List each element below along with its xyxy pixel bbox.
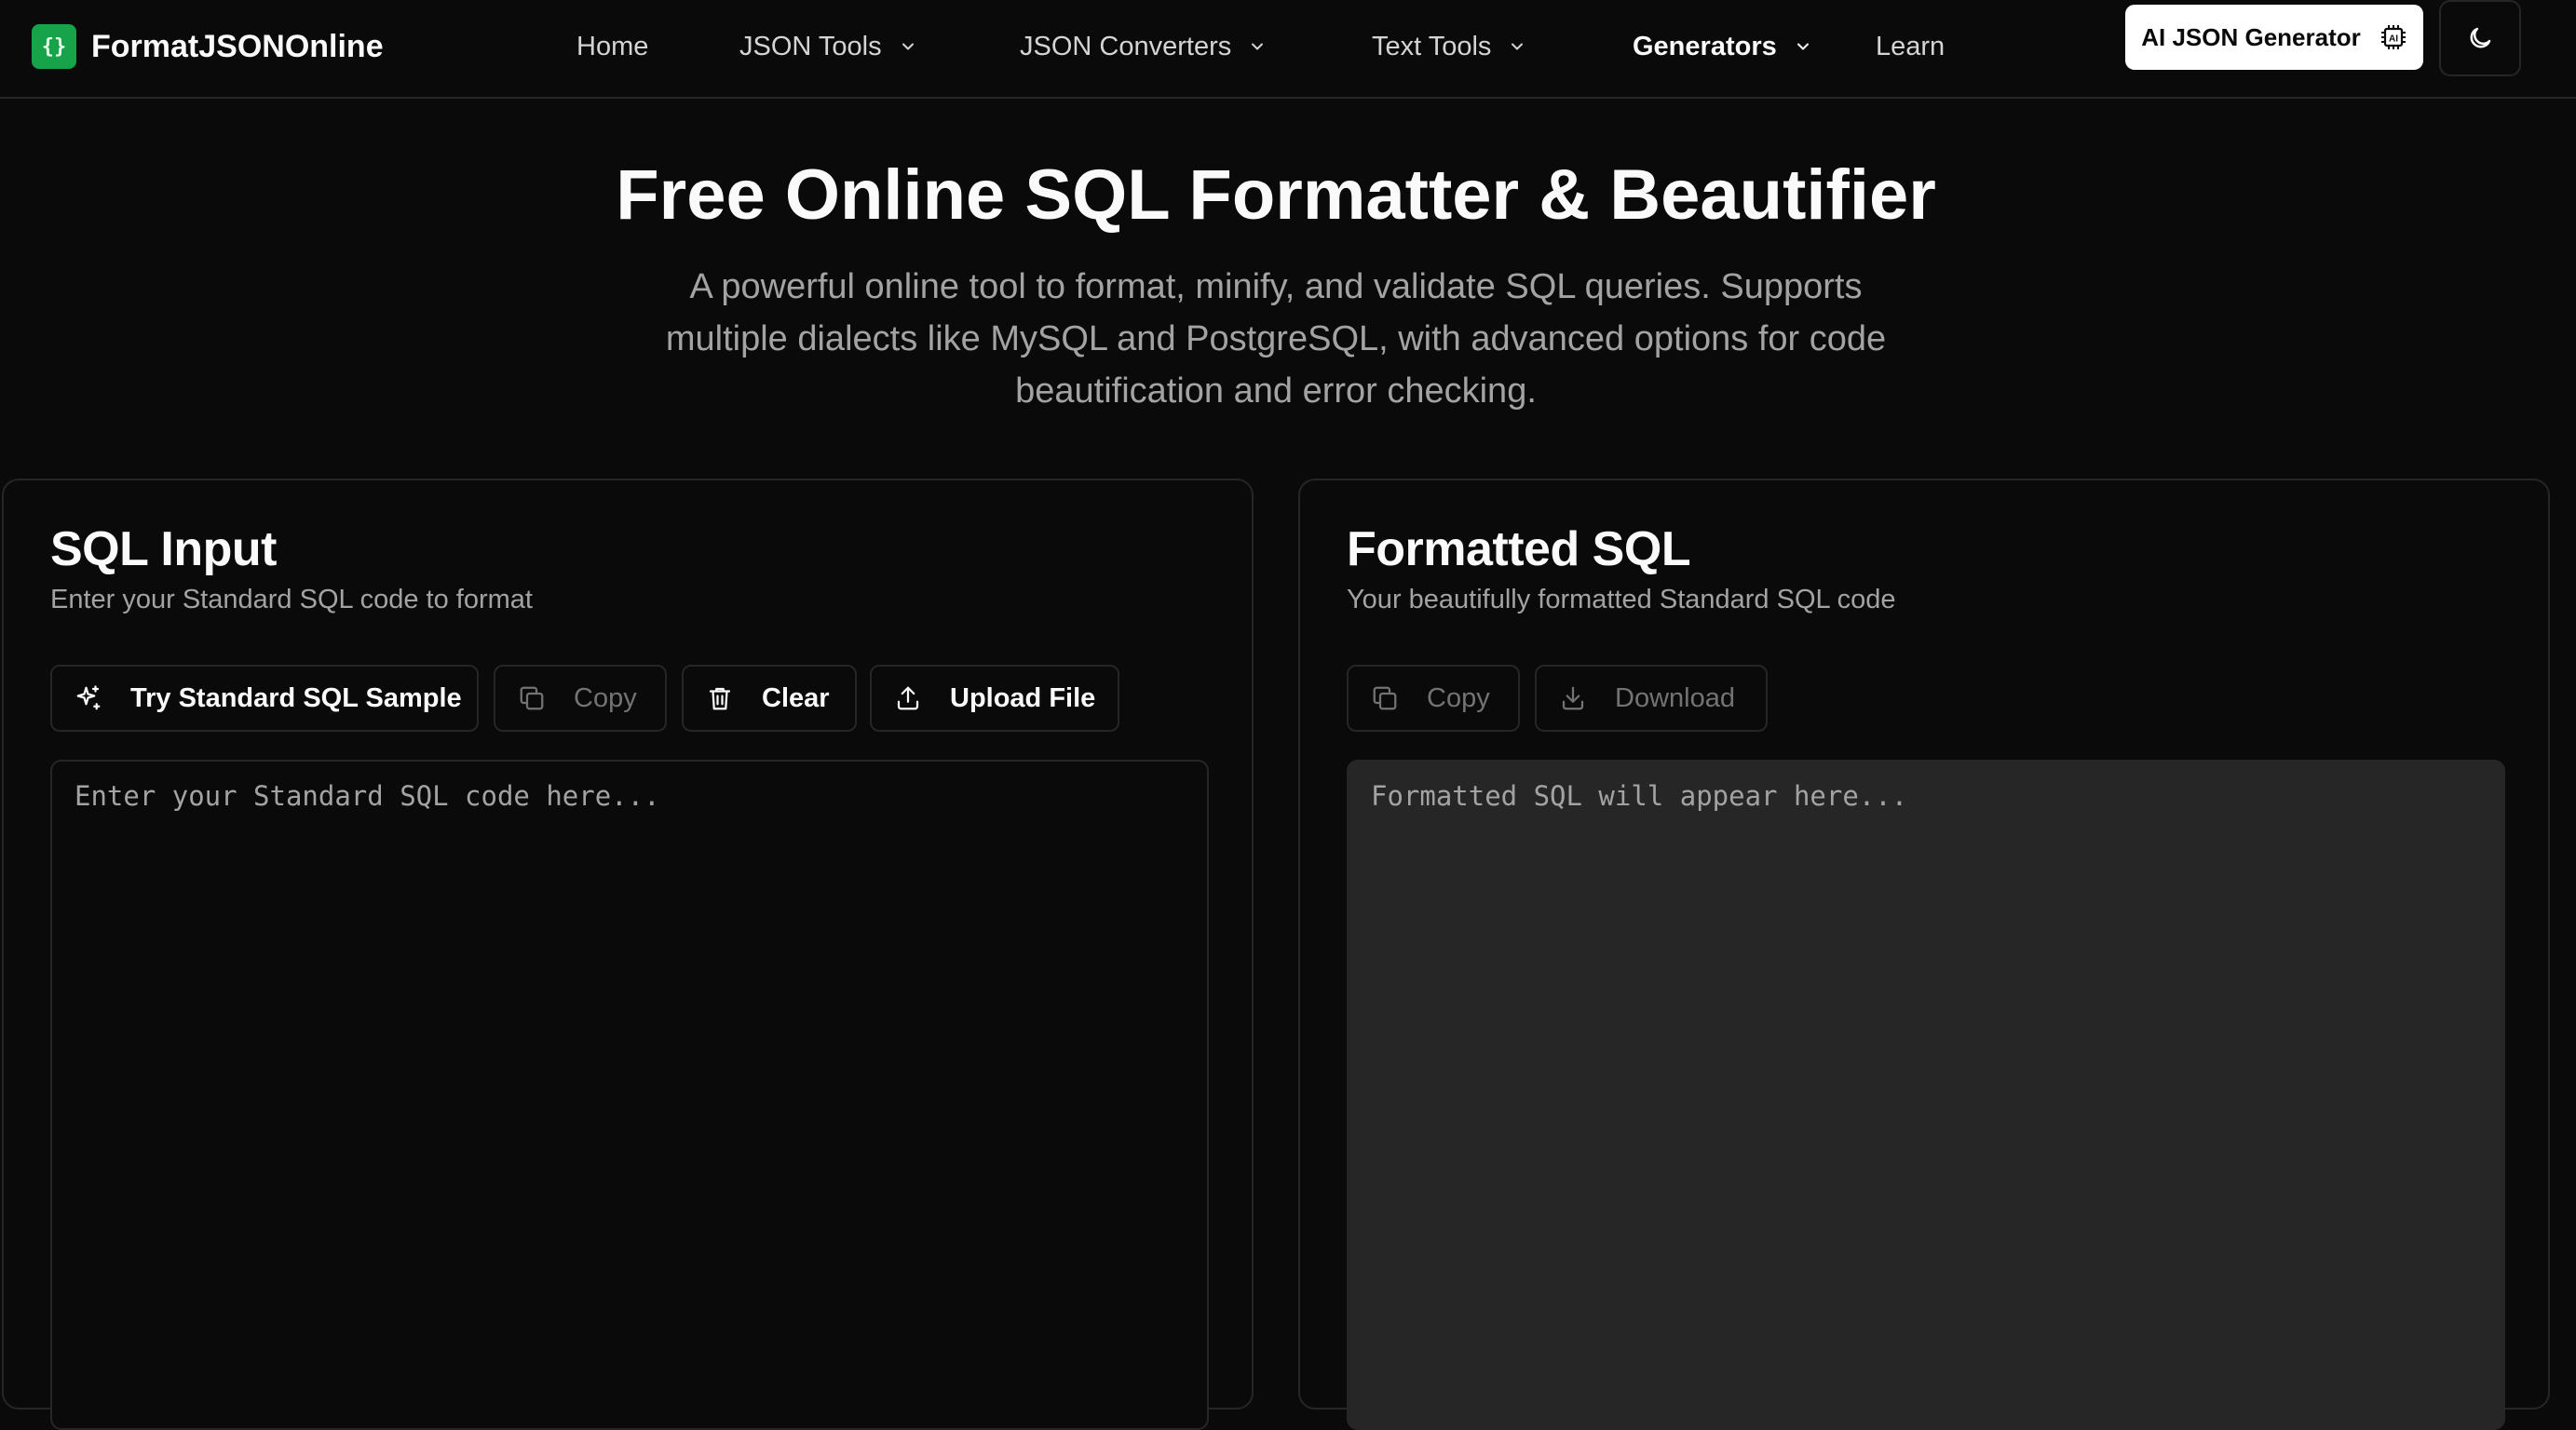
formatted-sql-output[interactable]: Formatted SQL will appear here...	[1347, 760, 2505, 1430]
clear-label: Clear	[762, 682, 830, 713]
brand-name: FormatJSONOnline	[91, 28, 384, 64]
nav-json-converters[interactable]: JSON Converters	[1020, 19, 1265, 74]
nav-json-converters-label: JSON Converters	[1020, 31, 1232, 61]
sql-input-panel: SQL Input Enter your Standard SQL code t…	[2, 479, 1254, 1430]
input-copy-label: Copy	[574, 682, 637, 713]
ai-json-generator-button[interactable]: AI JSON Generator AI	[2125, 5, 2423, 70]
nav-home[interactable]: Home	[576, 19, 648, 74]
nav-text-tools-label: Text Tools	[1372, 31, 1492, 61]
site-header: {} FormatJSONOnline Home JSON Tools JSON…	[0, 0, 2576, 99]
trash-icon	[709, 687, 731, 710]
try-sample-button[interactable]: Try Standard SQL Sample	[50, 665, 479, 732]
nav-generators[interactable]: Generators	[1633, 19, 1810, 74]
output-copy-button[interactable]: Copy	[1347, 665, 1520, 732]
upload-file-button[interactable]: Upload File	[870, 665, 1119, 732]
chevron-down-icon	[1512, 43, 1524, 50]
copy-icon	[1373, 686, 1397, 710]
svg-text:AI: AI	[2389, 34, 2398, 45]
input-panel-description: Enter your Standard SQL code to format	[50, 585, 533, 614]
chevron-down-icon	[1252, 43, 1264, 50]
ai-json-generator-label: AI JSON Generator	[2141, 22, 2361, 51]
page-title: Free Online SQL Formatter & Beautifier	[616, 155, 1936, 235]
upload-file-label: Upload File	[950, 682, 1096, 713]
nav-generators-label: Generators	[1633, 31, 1777, 61]
braces-logo-icon: {}	[32, 24, 76, 69]
ai-chip-icon: AI	[2380, 25, 2406, 49]
upload-icon	[897, 686, 919, 710]
nav-json-tools[interactable]: JSON Tools	[739, 19, 915, 74]
theme-toggle-button[interactable]	[2439, 0, 2521, 76]
page-subtitle: A powerful online tool to format, minify…	[665, 267, 1887, 411]
download-icon	[1562, 686, 1584, 710]
input-panel-title: SQL Input	[50, 522, 277, 576]
nav-home-label: Home	[576, 31, 649, 61]
output-copy-label: Copy	[1427, 682, 1490, 713]
moon-icon	[2470, 27, 2491, 48]
copy-icon	[520, 686, 544, 710]
output-panel-title: Formatted SQL	[1347, 522, 1691, 576]
nav-learn-label: Learn	[1876, 31, 1946, 61]
try-sample-label: Try Standard SQL Sample	[130, 682, 462, 713]
chevron-down-icon	[1796, 43, 1809, 50]
input-copy-button[interactable]: Copy	[494, 665, 667, 732]
sparkles-icon	[76, 685, 101, 710]
formatted-sql-panel: Formatted SQL Your beautifully formatted…	[1298, 479, 2550, 1430]
nav-json-tools-label: JSON Tools	[739, 31, 882, 61]
sql-input-textarea[interactable]	[50, 760, 1209, 1430]
nav-text-tools[interactable]: Text Tools	[1372, 19, 1525, 74]
chevron-down-icon	[902, 43, 914, 50]
download-label: Download	[1615, 682, 1735, 713]
download-button[interactable]: Download	[1535, 665, 1768, 732]
nav-learn[interactable]: Learn	[1876, 19, 1945, 74]
brand-link[interactable]: {} FormatJSONOnline	[32, 19, 384, 74]
clear-button[interactable]: Clear	[682, 665, 857, 732]
output-panel-description: Your beautifully formatted Standard SQL …	[1347, 585, 1896, 614]
